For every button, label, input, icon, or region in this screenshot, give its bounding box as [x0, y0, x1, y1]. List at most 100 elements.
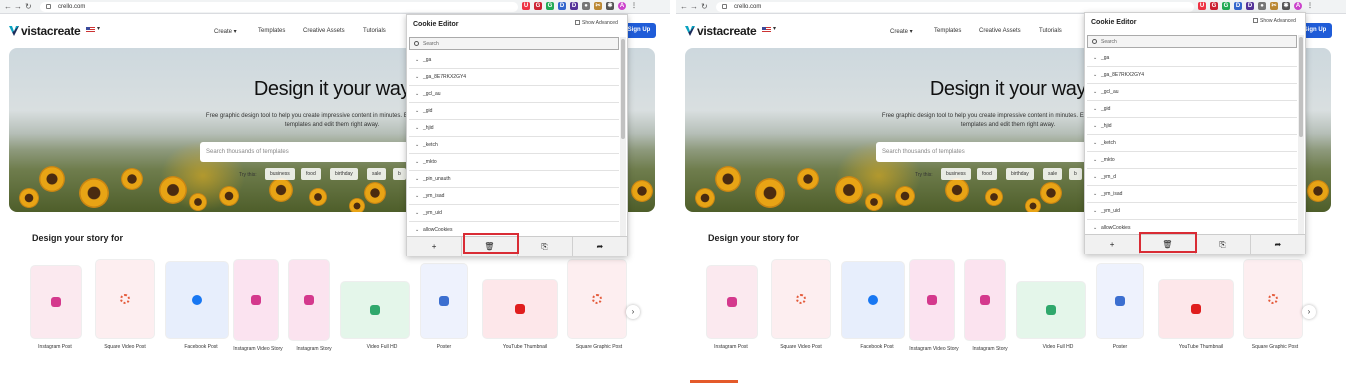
- cookie-row[interactable]: ⌄ _ga_8E7RKX2GY4: [409, 69, 619, 86]
- template-card[interactable]: [341, 282, 409, 338]
- menu-dots-icon[interactable]: ⋮: [630, 2, 638, 10]
- chip-business[interactable]: business: [941, 168, 971, 180]
- chip-sale[interactable]: sale: [1043, 168, 1063, 180]
- cookie-row[interactable]: ⌄ _hjid: [1087, 118, 1297, 135]
- chevron-down-icon[interactable]: ⌄: [415, 222, 419, 236]
- forward-icon[interactable]: →: [690, 2, 698, 12]
- chip-more[interactable]: b: [1069, 168, 1082, 180]
- chip-sale[interactable]: sale: [367, 168, 387, 180]
- menu-dots-icon[interactable]: ⋮: [1306, 2, 1314, 10]
- cookie-row[interactable]: ⌄ _ym_uid: [409, 205, 619, 222]
- chip-birthday[interactable]: birthday: [1006, 168, 1034, 180]
- cookie-search-input[interactable]: Search: [409, 37, 619, 50]
- extension-icon[interactable]: G: [1222, 2, 1230, 10]
- scrollbar-thumb[interactable]: [621, 39, 625, 139]
- chevron-down-icon[interactable]: ⌄: [1093, 135, 1097, 152]
- reload-icon[interactable]: ↻: [25, 2, 32, 12]
- cookie-row[interactable]: ⌄ _pin_unauth: [409, 171, 619, 188]
- cookie-row[interactable]: ⌄ _ym_isad: [1087, 186, 1297, 203]
- cookie-list-scrollbar[interactable]: [1298, 35, 1304, 234]
- cookie-row[interactable]: ⌄ _ym_isad: [409, 188, 619, 205]
- template-card[interactable]: [234, 260, 278, 340]
- reload-icon[interactable]: ↻: [701, 2, 708, 12]
- extension-icon[interactable]: ●: [1258, 2, 1266, 10]
- chevron-down-icon[interactable]: ⌄: [1093, 203, 1097, 220]
- template-card[interactable]: [772, 260, 830, 338]
- chevron-down-icon[interactable]: ⌄: [1093, 118, 1097, 135]
- extension-icon[interactable]: D: [570, 2, 578, 10]
- cookie-search-input[interactable]: Search: [1087, 35, 1297, 48]
- template-card[interactable]: [31, 266, 81, 338]
- show-advanced-checkbox[interactable]: Show Advanced: [575, 20, 618, 26]
- template-card[interactable]: [965, 260, 1005, 340]
- template-card[interactable]: [483, 280, 557, 338]
- add-cookie-button[interactable]: +: [407, 237, 463, 256]
- chevron-down-icon[interactable]: ⌄: [415, 52, 419, 69]
- puzzle-icon[interactable]: ✱: [606, 2, 614, 10]
- forward-icon[interactable]: →: [14, 2, 22, 12]
- extension-icon[interactable]: D: [558, 2, 566, 10]
- site-logo[interactable]: vistacreate: [9, 24, 81, 38]
- cookie-editor-icon[interactable]: ✂: [1270, 2, 1278, 10]
- back-icon[interactable]: ←: [680, 2, 688, 12]
- chip-more[interactable]: b: [393, 168, 406, 180]
- chevron-down-icon[interactable]: ⌄: [415, 137, 419, 154]
- export-button[interactable]: ➦: [573, 237, 627, 256]
- cookie-row[interactable]: ⌄ _ym_uid: [1087, 203, 1297, 220]
- chevron-down-icon[interactable]: ▾: [97, 25, 100, 32]
- chevron-down-icon[interactable]: ⌄: [415, 188, 419, 205]
- extension-icon[interactable]: D: [1246, 2, 1254, 10]
- us-flag-icon[interactable]: [86, 27, 95, 33]
- nav-templates[interactable]: Templates: [258, 28, 285, 34]
- chevron-down-icon[interactable]: ⌄: [415, 154, 419, 171]
- chevron-down-icon[interactable]: ⌄: [415, 171, 419, 188]
- ublock-icon[interactable]: U: [522, 2, 530, 10]
- cookie-editor-icon[interactable]: ✂: [594, 2, 602, 10]
- nav-creative-assets[interactable]: Creative Assets: [303, 28, 345, 34]
- carousel-next-button[interactable]: ›: [1302, 305, 1316, 319]
- extension-icon[interactable]: ●: [582, 2, 590, 10]
- cookie-list-scrollbar[interactable]: [620, 37, 626, 236]
- add-cookie-button[interactable]: +: [1085, 235, 1141, 254]
- cookie-row[interactable]: ⌄ _gcl_au: [1087, 84, 1297, 101]
- chevron-down-icon[interactable]: ⌄: [415, 86, 419, 103]
- ublock-icon[interactable]: U: [1198, 2, 1206, 10]
- chevron-down-icon[interactable]: ⌄: [1093, 50, 1097, 67]
- template-card[interactable]: [910, 260, 954, 340]
- show-advanced-checkbox[interactable]: Show Advanced: [1253, 18, 1296, 24]
- cookie-row[interactable]: ⌄ _ketch: [1087, 135, 1297, 152]
- template-card[interactable]: [568, 260, 626, 338]
- nav-create[interactable]: Create ▾: [890, 28, 913, 35]
- nav-create[interactable]: Create ▾: [214, 28, 237, 35]
- chevron-down-icon[interactable]: ⌄: [1093, 84, 1097, 101]
- cookie-row[interactable]: ⌄ _ga_8E7RKX2GY4: [1087, 67, 1297, 84]
- cookie-row[interactable]: ⌄ _mkto: [409, 154, 619, 171]
- cookie-row[interactable]: ⌄ _ym_d: [1087, 169, 1297, 186]
- chevron-down-icon[interactable]: ⌄: [1093, 169, 1097, 186]
- chevron-down-icon[interactable]: ▾: [773, 25, 776, 32]
- cookie-row[interactable]: ⌄ _gid: [1087, 101, 1297, 118]
- template-card[interactable]: [421, 264, 467, 338]
- avatar[interactable]: A: [618, 2, 626, 10]
- template-card[interactable]: [166, 262, 228, 338]
- cookie-row[interactable]: ⌄ _ga: [409, 52, 619, 69]
- back-icon[interactable]: ←: [4, 2, 12, 12]
- cookie-row[interactable]: ⌄ _ketch: [409, 137, 619, 154]
- scrollbar-thumb[interactable]: [1299, 37, 1303, 137]
- extension-icon[interactable]: G: [534, 2, 542, 10]
- template-card[interactable]: [96, 260, 154, 338]
- chip-food[interactable]: food: [977, 168, 997, 180]
- chevron-down-icon[interactable]: ⌄: [1093, 67, 1097, 84]
- chevron-down-icon[interactable]: ⌄: [415, 120, 419, 137]
- export-button[interactable]: ➦: [1251, 235, 1305, 254]
- carousel-next-button[interactable]: ›: [626, 305, 640, 319]
- cookie-row[interactable]: ⌄ _gcl_au: [409, 86, 619, 103]
- avatar[interactable]: A: [1294, 2, 1302, 10]
- cookie-row[interactable]: ⌄ _mkto: [1087, 152, 1297, 169]
- cookie-row[interactable]: ⌄ _ga: [1087, 50, 1297, 67]
- cookie-row[interactable]: ⌄ _gid: [409, 103, 619, 120]
- address-bar[interactable]: crello.com: [40, 2, 518, 12]
- chip-food[interactable]: food: [301, 168, 321, 180]
- template-card[interactable]: [1097, 264, 1143, 338]
- extension-icon[interactable]: G: [1210, 2, 1218, 10]
